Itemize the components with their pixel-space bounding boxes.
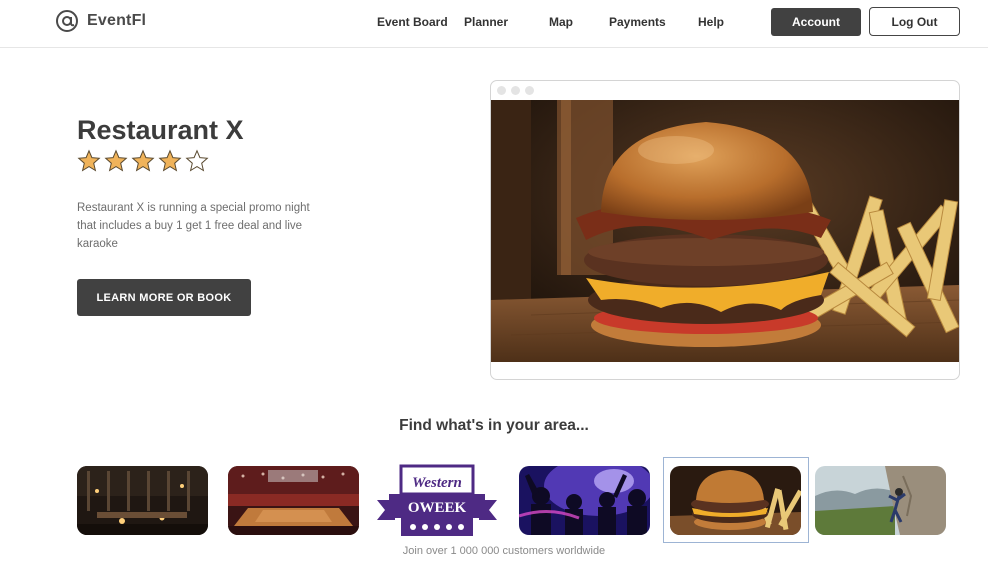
customers-tagline: Join over 1 000 000 customers worldwide bbox=[402, 545, 606, 557]
nav-event-board[interactable]: Event Board bbox=[377, 15, 448, 29]
logo-text: EventFl bbox=[87, 12, 147, 29]
star-filled-icon bbox=[77, 149, 101, 172]
account-button[interactable]: Account bbox=[771, 8, 861, 36]
thumbnail-burger[interactable] bbox=[670, 466, 801, 535]
badge-line-oweek: OWEEK bbox=[408, 500, 467, 516]
event-description: Restaurant X is running a special promo … bbox=[77, 202, 310, 250]
nav-help[interactable]: Help bbox=[698, 15, 724, 29]
star-rating bbox=[77, 149, 209, 173]
thumbnail-nightclub[interactable] bbox=[519, 466, 650, 535]
logout-button[interactable]: Log Out bbox=[869, 7, 960, 36]
page-title: Restaurant X bbox=[77, 115, 244, 145]
nav-map[interactable]: Map bbox=[549, 15, 573, 29]
at-sign-icon bbox=[55, 9, 79, 33]
thumbnail-arena[interactable] bbox=[228, 466, 359, 535]
thumbnail-climbing[interactable] bbox=[815, 466, 946, 535]
star-empty-icon bbox=[185, 149, 209, 172]
star-filled-icon bbox=[158, 149, 182, 172]
top-nav: EventFl Event Board Planner Map Payments… bbox=[0, 0, 988, 48]
nav-planner[interactable]: Planner bbox=[464, 15, 508, 29]
section-title: Find what's in your area... bbox=[399, 417, 589, 434]
star-filled-icon bbox=[131, 149, 155, 172]
thumbnail-restaurant[interactable] bbox=[77, 466, 208, 535]
nav-payments[interactable]: Payments bbox=[609, 15, 666, 29]
western-oweek-badge[interactable]: Western OWEEK bbox=[375, 464, 499, 538]
burger-photo bbox=[491, 100, 959, 362]
learn-more-button[interactable]: LEARN MORE OR BOOK bbox=[77, 279, 251, 316]
window-dots bbox=[497, 86, 534, 95]
hero-image-frame bbox=[490, 80, 960, 380]
badge-line-western: Western bbox=[412, 475, 462, 491]
star-filled-icon bbox=[104, 149, 128, 172]
logo[interactable]: EventFl bbox=[55, 9, 146, 33]
